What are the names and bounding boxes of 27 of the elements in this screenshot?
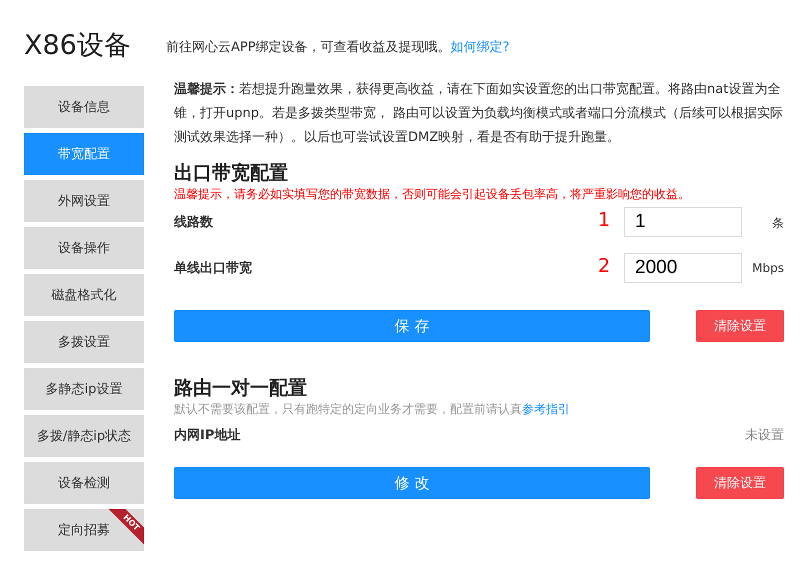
input-field[interactable]: 2000 [624,253,742,283]
intro-text: 前往网心云APP绑定设备，可查看收益及提现哦。 [166,40,451,55]
sidebar-item[interactable]: 设备信息 [24,86,144,128]
field-label: 内网IP地址 [174,427,240,445]
field-label: 单线出口带宽 [174,260,253,277]
step-number: 1 [598,208,612,231]
clear-button[interactable]: 清除设置 [696,310,784,342]
section-heading: 出口带宽配置 [174,161,289,186]
sidebar-item[interactable]: 多拨设置 [24,321,144,363]
step-number: 2 [598,254,612,277]
section-heading: 路由一对一配置 [174,376,308,401]
sidebar-item[interactable]: 设备检测 [24,462,144,504]
section-description: 默认不需要该配置，只有跑特定的定向业务才需要，配置前请认真 [174,402,522,416]
input-field[interactable]: 1 [624,207,742,237]
warning-text: 温馨提示，请务必如实填写您的带宽数据，否则可能会引起设备丢包率高，将严重影响您的收益。 [174,186,691,203]
field-value: 未设置 [745,427,784,445]
unit-label: 条 [771,215,784,232]
sidebar-item[interactable]: 外网设置 [24,180,144,222]
sidebar-item[interactable]: 多拨/静态ip状态 [24,415,144,457]
unit-label: Mbps [751,260,784,275]
tip-paragraph: 温馨提示：若想提升跑量效果，获得更高收益，请在下面如实设置您的出口带宽配置。将路由nat设置为全锥，打开upnp。若是多拨类型带宽， 路由可以设置为负载均衡模式或者端口分流模式（后续可以根据实际测试效果选择一种）。以后也可尝试设置DMZ映射，看是否有助于提升跑量。 [174,81,784,147]
field-label: 线路数 [174,214,214,231]
page-title: X86设备 [24,29,132,63]
clear-button[interactable]: 清除设置 [696,467,784,499]
sidebar-item[interactable]: 多静态ip设置 [24,368,144,410]
sidebar-item[interactable]: 磁盘格式化 [24,274,144,316]
sidebar-item[interactable]: 设备操作 [24,227,144,269]
